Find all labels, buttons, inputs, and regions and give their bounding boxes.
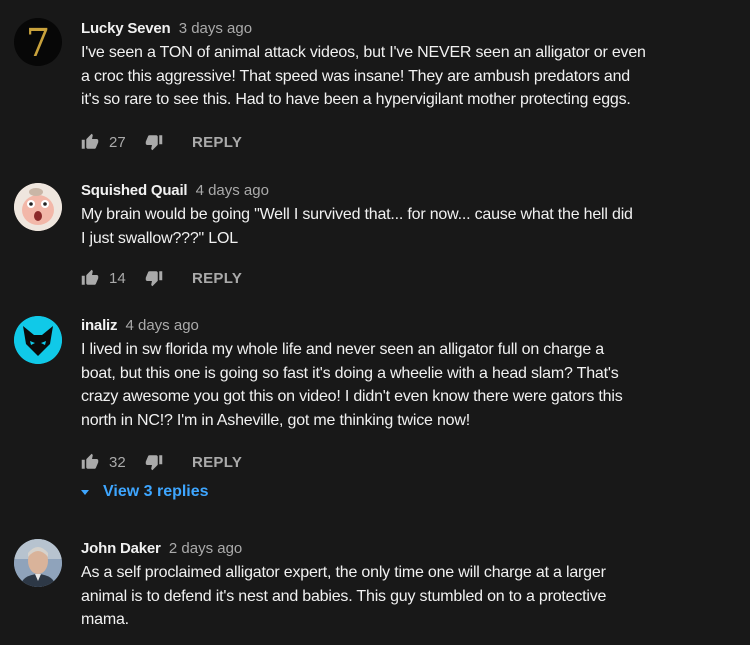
- svg-text:7: 7: [26, 21, 50, 65]
- avatar[interactable]: [14, 539, 62, 587]
- comment-text: I lived in sw florida my whole life and …: [81, 341, 623, 429]
- comment-timestamp[interactable]: 3 days ago: [179, 20, 252, 37]
- comment-timestamp[interactable]: 4 days ago: [125, 317, 198, 334]
- reply-button[interactable]: REPLY: [192, 454, 242, 471]
- thumbs-up-icon[interactable]: [81, 269, 99, 287]
- thumbs-up-icon[interactable]: [81, 453, 99, 471]
- thumbs-up-icon[interactable]: [81, 133, 99, 151]
- seven-logo-icon: 7: [14, 18, 62, 66]
- man-photo-icon: [14, 539, 62, 587]
- comment-actions: 14 REPLY: [81, 266, 242, 290]
- comment-text: My brain would be going "Well I survived…: [81, 206, 633, 247]
- view-replies-button[interactable]: View 3 replies: [81, 483, 209, 501]
- comment-actions: 32 REPLY: [81, 450, 242, 474]
- comment-author[interactable]: John Daker: [81, 540, 161, 557]
- caret-down-icon: [81, 489, 89, 495]
- comment-author[interactable]: inaliz: [81, 317, 118, 334]
- comment-actions: 27 REPLY: [81, 130, 242, 154]
- thumbs-down-icon[interactable]: [145, 133, 163, 151]
- thumbs-down-icon[interactable]: [145, 453, 163, 471]
- comment-author[interactable]: Lucky Seven: [81, 20, 171, 37]
- comment-text: I've seen a TON of animal attack videos,…: [81, 44, 646, 108]
- thumbs-down-icon[interactable]: [145, 269, 163, 287]
- cartoon-face-icon: [14, 183, 62, 231]
- comment-timestamp[interactable]: 2 days ago: [169, 540, 242, 557]
- reply-button[interactable]: REPLY: [192, 270, 242, 287]
- avatar[interactable]: [14, 316, 62, 364]
- comment-timestamp[interactable]: 4 days ago: [196, 182, 269, 199]
- comment-author[interactable]: Squished Quail: [81, 182, 188, 199]
- fox-mask-icon: [14, 316, 62, 364]
- reply-button[interactable]: REPLY: [192, 134, 242, 151]
- avatar[interactable]: 7: [14, 18, 62, 66]
- avatar[interactable]: [14, 183, 62, 231]
- like-count: 27: [109, 133, 126, 151]
- view-replies-label: View 3 replies: [103, 483, 209, 500]
- like-count: 32: [109, 453, 126, 471]
- comment-text: As a self proclaimed alligator expert, t…: [81, 564, 607, 628]
- like-count: 14: [109, 269, 126, 287]
